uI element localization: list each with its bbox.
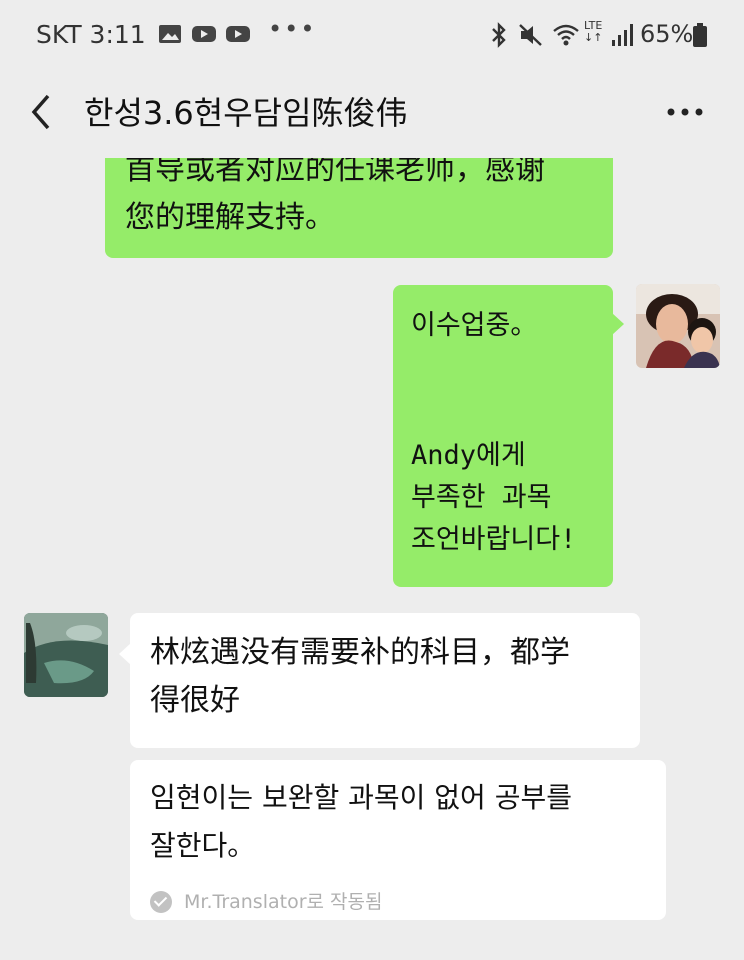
lte-icon: LTE ↓↑ xyxy=(584,19,603,44)
message-line: 잘한다。 xyxy=(150,829,256,862)
contact-photo xyxy=(24,613,108,697)
gallery-icon xyxy=(159,25,181,43)
more-notifications-icon: ••• xyxy=(268,15,317,43)
message-line: 임현이는 보완할 과목이 없어 공부를 xyxy=(150,781,573,814)
status-bar: SKT 3:11 ••• LTE ↓↑ 65% xyxy=(0,0,744,72)
status-carrier-time: SKT 3:11 xyxy=(36,20,146,49)
avatar[interactable] xyxy=(636,284,720,368)
message-line xyxy=(411,347,595,389)
mute-icon xyxy=(519,24,542,46)
youtube-icon xyxy=(192,26,216,42)
message-list[interactable]: 首导或者对应的任课老师，感谢 您的理解支持。 이수업중。 Andy에게 부족한 … xyxy=(0,158,744,960)
message-line xyxy=(411,389,595,431)
user-photo xyxy=(636,284,720,368)
avatar[interactable] xyxy=(24,613,108,697)
battery-percent: 65% xyxy=(640,20,694,48)
message-bubble-sent[interactable]: 이수업중。 Andy에게 부족한 과목 조언바랍니다! xyxy=(393,285,624,587)
message-line: 조언바랍니다! xyxy=(411,524,577,555)
message-line: 林炫遇没有需要补的科目，都学 xyxy=(150,635,570,670)
clock: 3:11 xyxy=(89,20,146,49)
youtube-icon xyxy=(226,26,250,42)
chevron-left-icon[interactable] xyxy=(26,90,62,134)
translator-attribution: Mr.Translator로 작동됨 xyxy=(150,878,382,926)
message-line: 부족한 과목 xyxy=(411,482,552,513)
wifi-icon xyxy=(553,24,579,46)
translator-label: Mr.Translator로 작동됨 xyxy=(184,891,383,913)
message-line: 您的理解支持。 xyxy=(125,200,335,235)
bubble-tail xyxy=(612,313,624,335)
bubble-tail xyxy=(119,643,131,665)
check-circle-icon xyxy=(150,891,172,913)
message-bubble-received[interactable]: 林炫遇没有需要补的科目，都学 得很好 xyxy=(119,613,640,748)
message-bubble-sent[interactable]: 首导或者对应的任课老师，感谢 您的理解支持。 xyxy=(105,158,613,258)
more-horizontal-icon[interactable] xyxy=(660,92,710,132)
signal-icon xyxy=(612,24,633,46)
translation-bubble[interactable]: 임현이는 보완할 과목이 없어 공부를 잘한다。 Mr.Translator로 … xyxy=(130,760,666,920)
battery-icon xyxy=(693,23,707,47)
bluetooth-icon xyxy=(492,22,506,48)
chat-title: 한성3.6현우담임陈俊伟 xyxy=(84,94,408,132)
message-line: 이수업중。 xyxy=(411,310,538,341)
chat-header: 한성3.6현우담임陈俊伟 xyxy=(0,72,744,158)
message-line: 首导或者对应的任课老师，感谢 xyxy=(125,158,545,187)
message-line: Andy에게 xyxy=(411,440,526,471)
carrier-label: SKT xyxy=(36,20,82,49)
message-line: 得很好 xyxy=(150,683,240,718)
network-label: LTE xyxy=(584,19,603,32)
